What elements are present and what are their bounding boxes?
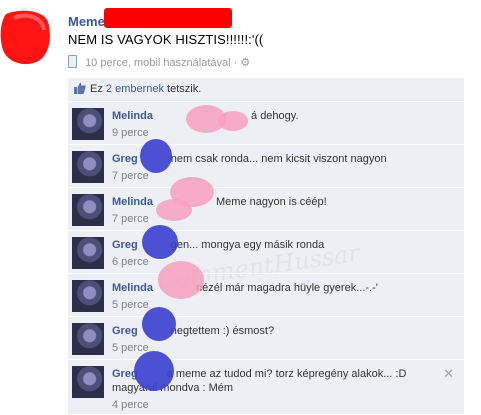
redaction-blob [134,351,174,391]
post-text: NEM IS VAGYOK HISZTIS!!!!!!:'(( [68,32,264,47]
likes-prefix: Ez [90,83,106,95]
commenter-name[interactable]: Greg [112,325,138,337]
thumbs-up-icon [74,82,86,94]
comment-item: Greg gen... mongya egy másik ronda 6 per… [68,230,464,273]
comment-time[interactable]: 9 perce [112,126,442,140]
commenter-name[interactable]: Greg [112,239,138,251]
redaction-blob [142,225,178,259]
author-avatar-redacted [0,8,52,66]
audience-gear-icon[interactable]: ⚙ [240,57,250,69]
author-name-redaction [104,8,232,28]
commenter-avatar[interactable] [72,323,104,355]
comment-item: Melinda Meme nagyon is céép! 7 perce [68,187,464,230]
redaction-blob [158,261,204,299]
comment-item: Melinda á dehogy. 9 perce [68,101,464,144]
commenter-avatar[interactable] [72,151,104,183]
mobile-phone-icon [68,55,77,68]
commenter-name[interactable]: Melinda [112,282,153,294]
likes-suffix: tetszik. [164,83,202,95]
comment-text: nem csak ronda... nem kicsit viszont nag… [170,153,387,165]
comments-list: CommentHussar Melinda á dehogy. 9 perce … [68,101,464,414]
comment-item: Greg negtettem :) ésmost? 5 perce [68,316,464,359]
comment-text: nézél már magadra hüyle gyerek...-.-' [196,282,378,294]
redaction-blob [218,111,248,131]
post-timestamp[interactable]: 10 perce, mobil használatával · [85,57,237,69]
comment-text: á dehogy. [251,110,299,122]
redaction-blob [142,307,176,341]
commenter-avatar[interactable] [72,108,104,140]
comment-item: Greg a meme az tudod mi? torz képregény … [68,359,464,415]
comment-text: negtettem :) ésmost? [170,325,275,337]
comment-item: Greg nem csak ronda... nem kicsit viszon… [68,144,464,187]
comment-time[interactable]: 4 perce [112,398,442,412]
commenter-avatar[interactable] [72,237,104,269]
comment-text: Meme nagyon is céép! [216,196,327,208]
redaction-blob [156,199,192,221]
comment-text: gen... mongya egy másik ronda [170,239,325,251]
likes-text: Ez 2 embernek tetszik. [90,83,201,95]
commenter-avatar[interactable] [72,194,104,226]
close-icon[interactable]: ✕ [443,366,454,382]
post-meta: 10 perce, mobil használatával · ⚙ [68,55,250,69]
commenter-name[interactable]: Melinda [112,196,153,208]
comment-item: Melinda nézél már magadra hüyle gyerek..… [68,273,464,316]
commenter-avatar[interactable] [72,280,104,312]
likes-bar: Ez 2 embernek tetszik. [68,78,464,101]
post-author[interactable]: Meme [68,14,105,29]
commenter-name[interactable]: Melinda [112,110,153,122]
redaction-blob [140,139,172,173]
commenter-name[interactable]: Greg [112,153,138,165]
commenter-avatar[interactable] [72,366,104,398]
likers-link[interactable]: 2 embernek [106,83,164,95]
